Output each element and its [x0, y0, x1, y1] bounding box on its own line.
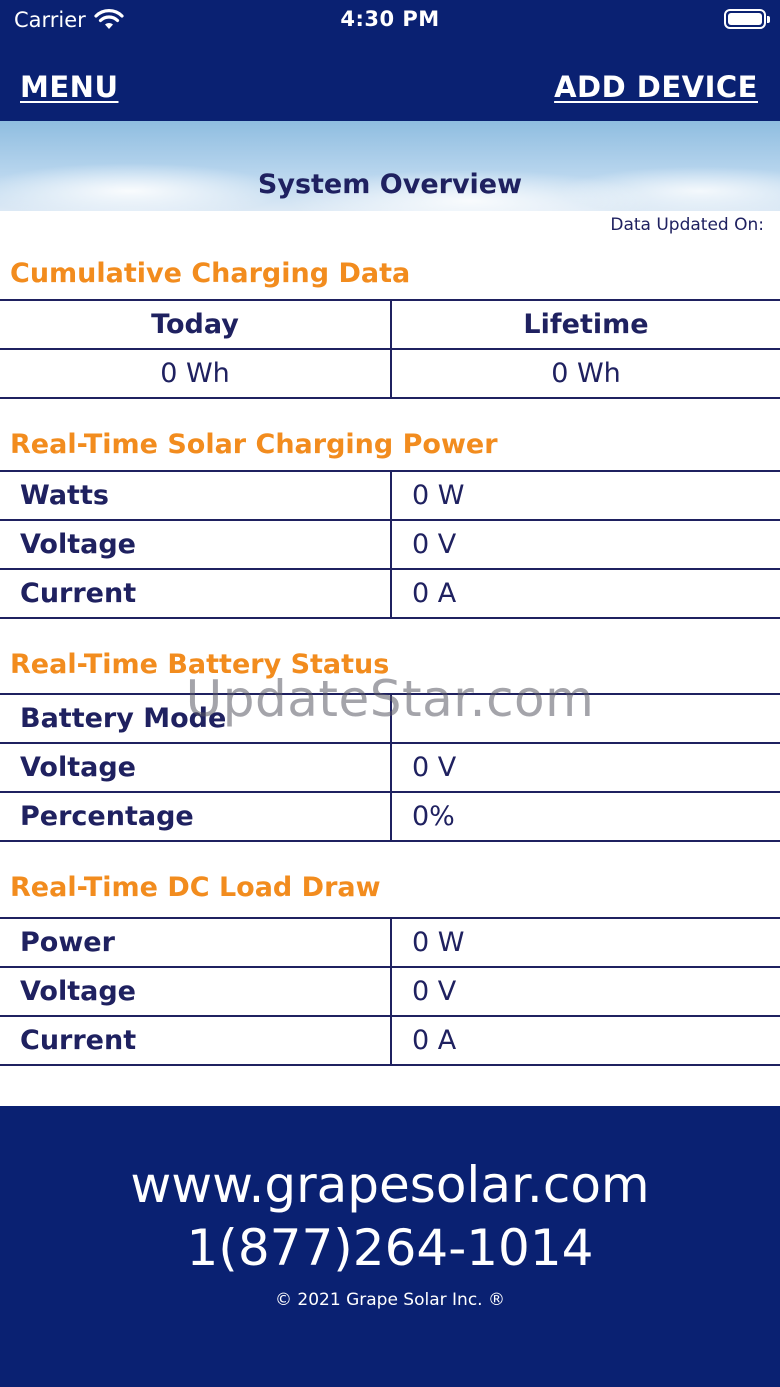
solar-voltage-label: Voltage	[20, 529, 136, 560]
copyright: © 2021 Grape Solar Inc. ®	[275, 1290, 505, 1310]
watermark: UpdateStar.com	[185, 670, 595, 728]
lifetime-value: 0 Wh	[390, 350, 780, 397]
battery-voltage-label: Voltage	[20, 752, 136, 783]
table-row: Voltage 0 V	[0, 744, 780, 793]
load-current-value: 0 A	[390, 1017, 780, 1064]
data-updated-label: Data Updated On:	[610, 215, 764, 235]
top-bar: Carrier 4:30 PM MENU ADD DEVICE	[0, 0, 780, 121]
table-row: Current 0 A	[0, 570, 780, 619]
solar-watts-value: 0 W	[390, 472, 780, 519]
cumulative-table: Today Lifetime 0 Wh 0 Wh	[0, 299, 780, 399]
load-power-value: 0 W	[390, 919, 780, 966]
load-voltage-label: Voltage	[20, 976, 136, 1007]
add-device-button[interactable]: ADD DEVICE	[554, 70, 758, 104]
solar-watts-label: Watts	[20, 480, 109, 511]
status-bar: Carrier 4:30 PM	[0, 0, 780, 40]
header-today: Today	[151, 309, 239, 340]
table-row: Power 0 W	[0, 919, 780, 968]
load-voltage-value: 0 V	[390, 968, 780, 1015]
solar-voltage-value: 0 V	[390, 521, 780, 568]
load-section-title: Real-Time DC Load Draw	[10, 872, 381, 903]
solar-current-value: 0 A	[390, 570, 780, 617]
header-lifetime: Lifetime	[390, 301, 780, 348]
table-row: Watts 0 W	[0, 472, 780, 521]
footer: www.grapesolar.com 1(877)264-1014 © 2021…	[0, 1106, 780, 1387]
page-title: System Overview	[257, 169, 523, 200]
load-table: Power 0 W Voltage 0 V Current 0 A	[0, 917, 780, 1066]
today-value: 0 Wh	[160, 358, 230, 389]
table-row: Voltage 0 V	[0, 521, 780, 570]
load-power-label: Power	[20, 927, 115, 958]
table-row: 0 Wh 0 Wh	[0, 350, 780, 399]
sky-banner: System Overview	[0, 121, 780, 211]
load-current-label: Current	[20, 1025, 137, 1056]
solar-current-label: Current	[20, 578, 137, 609]
clock: 4:30 PM	[340, 7, 440, 31]
phone-link[interactable]: 1(877)264-1014	[0, 1219, 780, 1277]
battery-percentage-label: Percentage	[20, 801, 194, 832]
table-row: Today Lifetime	[0, 301, 780, 350]
table-row: Voltage 0 V	[0, 968, 780, 1017]
solar-section-title: Real-Time Solar Charging Power	[10, 429, 498, 460]
battery-percentage-value: 0%	[390, 793, 780, 840]
website-link[interactable]: www.grapesolar.com	[0, 1156, 780, 1214]
battery-voltage-value: 0 V	[390, 744, 780, 791]
table-row: Percentage 0%	[0, 793, 780, 842]
menu-button[interactable]: MENU	[20, 70, 119, 104]
solar-table: Watts 0 W Voltage 0 V Current 0 A	[0, 470, 780, 619]
battery-icon	[724, 9, 770, 29]
table-row: Current 0 A	[0, 1017, 780, 1066]
cumulative-section-title: Cumulative Charging Data	[10, 258, 411, 289]
